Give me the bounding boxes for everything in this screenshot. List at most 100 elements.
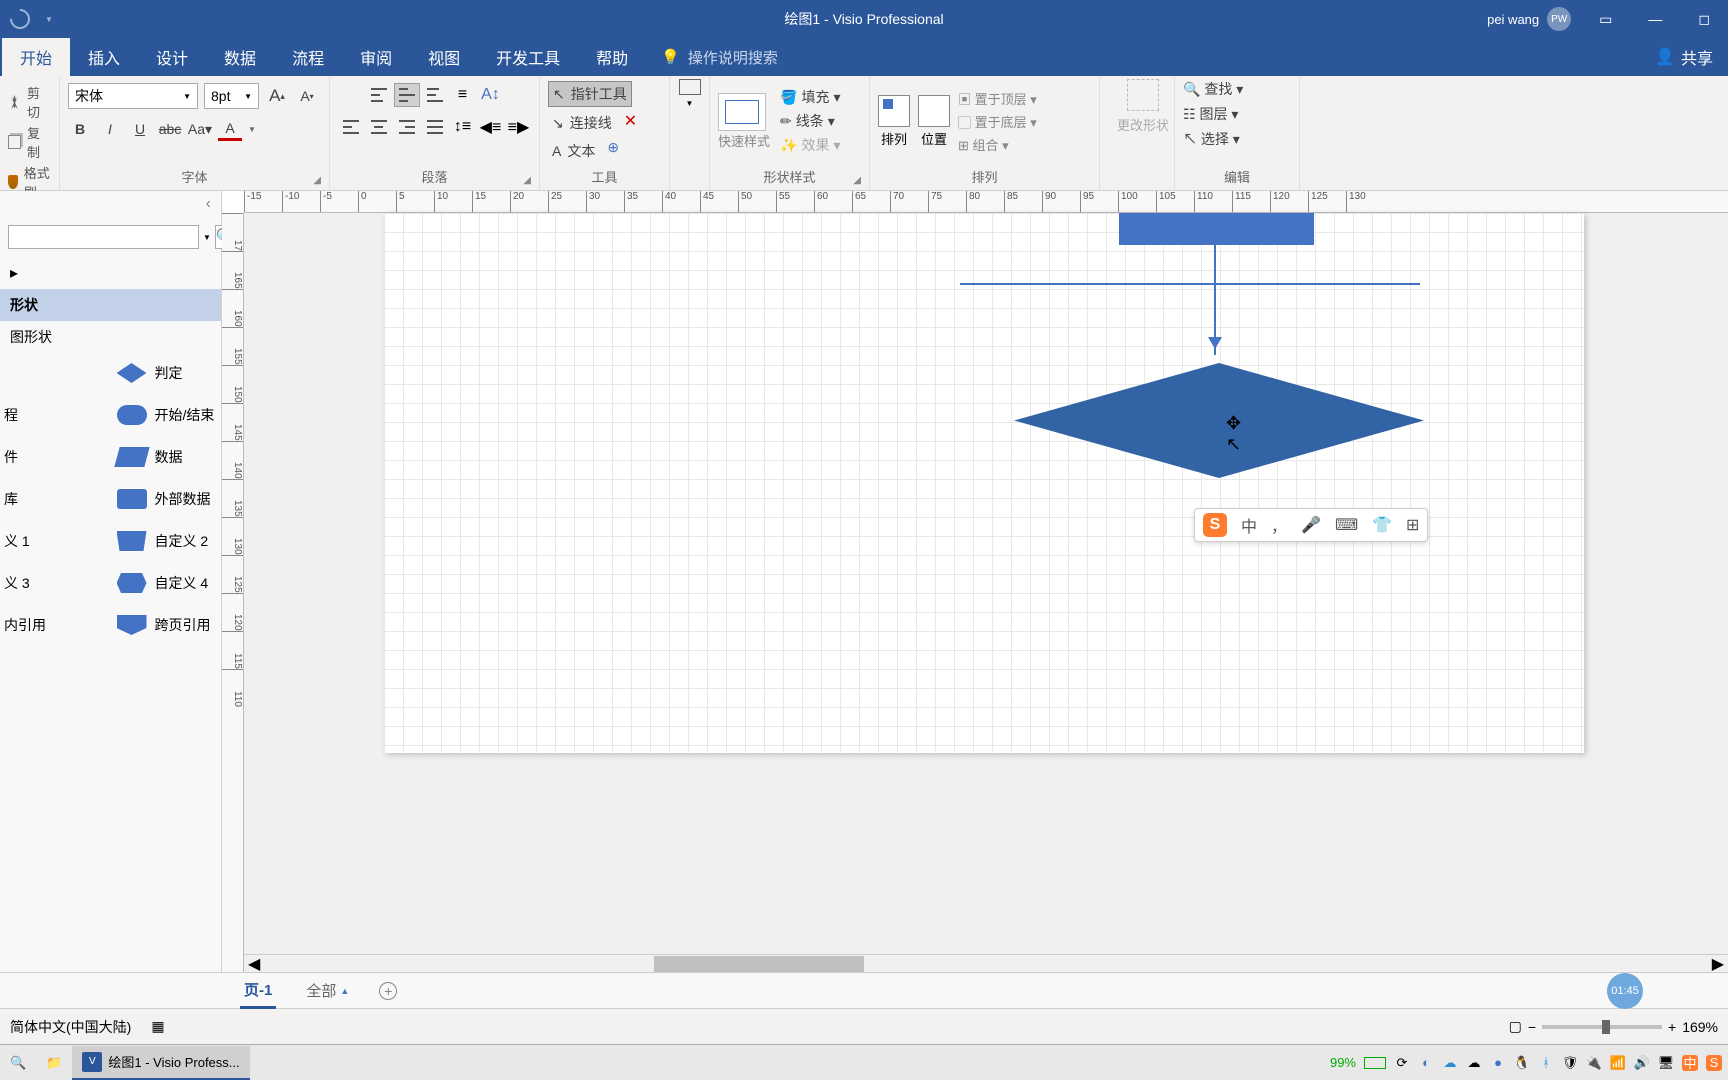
align-bottom-button[interactable] [422, 83, 448, 107]
stencil-custom2[interactable]: 自定义 2 [113, 529, 222, 553]
bring-front-button[interactable]: ▣ 置于顶层 ▾ [958, 89, 1037, 108]
sogou-icon[interactable]: S [1203, 513, 1227, 537]
align-center-button[interactable] [366, 115, 392, 139]
rectangle-tool-button[interactable] [679, 79, 701, 95]
zoom-out-button[interactable]: − [1528, 1019, 1536, 1035]
dialog-launcher-icon[interactable]: ◢ [523, 175, 531, 186]
skin-icon[interactable]: 👕 [1372, 515, 1392, 535]
fill-button[interactable]: 🪣填充▾ [780, 87, 840, 107]
dialog-launcher-icon[interactable]: ◢ [853, 175, 861, 186]
justify-button[interactable] [422, 115, 448, 139]
zoom-in-button[interactable]: + [1668, 1019, 1676, 1035]
app3-icon[interactable]: 🐧 [1514, 1055, 1530, 1071]
tab-insert[interactable]: 插入 [70, 38, 138, 76]
undo-icon[interactable] [6, 5, 34, 33]
shapes-search-input[interactable] [8, 225, 199, 249]
text-direction-button[interactable]: A↕ [478, 83, 504, 107]
tab-view[interactable]: 视图 [410, 38, 478, 76]
stencil-custom3[interactable]: 义 3 [0, 571, 109, 595]
position-button[interactable]: 位置 [918, 95, 950, 148]
copy-button[interactable]: 复制 [8, 123, 51, 161]
cut-button[interactable]: 剪切 [8, 83, 51, 121]
chevron-down-icon[interactable]: ▼ [686, 99, 694, 108]
bullets-button[interactable]: ≡ [450, 83, 476, 107]
effects-button[interactable]: ✨效果▾ [780, 135, 840, 155]
user-account[interactable]: pei wang PW [1487, 7, 1571, 31]
change-case-button[interactable]: Aa▾ [188, 117, 212, 141]
presentation-mode-icon[interactable]: ▢ [1509, 1018, 1522, 1035]
bluetooth-icon[interactable]: ᚼ [1538, 1055, 1554, 1071]
keyboard-icon[interactable]: ⌨ [1335, 515, 1358, 535]
stencil-process[interactable]: 程 [0, 403, 109, 427]
zoom-slider[interactable] [1542, 1025, 1662, 1029]
wifi-icon[interactable]: 📶 [1610, 1055, 1626, 1071]
taskbar-explorer[interactable]: 📁 [36, 1046, 72, 1080]
minimize-icon[interactable]: — [1640, 11, 1670, 27]
drawing-page[interactable] [384, 213, 1584, 753]
select-button[interactable]: ↖ 选择 ▾ [1183, 129, 1240, 149]
ribbon-display-icon[interactable]: ▭ [1591, 11, 1620, 28]
align-left-button[interactable] [338, 115, 364, 139]
stencil-category-flowchart[interactable]: 图形状 [0, 321, 221, 353]
mic-icon[interactable]: 🎤 [1301, 515, 1321, 535]
search-dropdown-icon[interactable]: ▼ [203, 233, 211, 242]
add-page-button[interactable]: + [379, 982, 397, 1000]
align-middle-button[interactable] [394, 83, 420, 107]
ruler-vertical[interactable]: 17165160155150145140135130125120115110 [222, 213, 244, 972]
font-color-button[interactable]: A [218, 117, 242, 141]
stencil-onpage[interactable]: 内引用 [0, 613, 109, 637]
weather-icon[interactable]: ☁ [1466, 1055, 1482, 1071]
connection-point-icon[interactable]: ⊕ [607, 139, 619, 163]
delete-connector-icon[interactable]: ✕ [624, 111, 637, 135]
connector-tool-button[interactable]: ↘连接线 [548, 111, 616, 135]
scroll-left-icon[interactable]: ◀ [244, 954, 264, 974]
stencil-doc[interactable]: 件 [0, 445, 109, 469]
stencil-terminator[interactable]: 开始/结束 [113, 403, 222, 427]
tab-review[interactable]: 审阅 [342, 38, 410, 76]
strikethrough-button[interactable]: abc [158, 117, 182, 141]
security-icon[interactable]: 🛡 [1562, 1055, 1578, 1071]
ime-punct-button[interactable]: ， [1271, 513, 1287, 537]
battery-icon[interactable] [1364, 1057, 1386, 1069]
scroll-right-icon[interactable]: ▶ [1708, 954, 1728, 974]
qat-dropdown-icon[interactable]: ▼ [45, 15, 53, 24]
font-name-select[interactable]: 宋体▼ [68, 83, 198, 109]
grid-icon[interactable]: ⊞ [1406, 515, 1419, 535]
more-shapes-button[interactable]: ▸ [0, 257, 221, 289]
stencil-offpage[interactable]: 跨页引用 [113, 613, 222, 637]
stencil-database[interactable]: 库 [0, 487, 109, 511]
drawing-canvas[interactable]: S 中 ， 🎤 ⌨ 👕 ⊞ ✥↖ [244, 213, 1728, 972]
stencil-decision[interactable]: 判定 [113, 361, 222, 385]
tab-design[interactable]: 设计 [138, 38, 206, 76]
line-button[interactable]: ✏线条▾ [780, 111, 840, 131]
connector-vertical[interactable] [1214, 245, 1216, 355]
group-button[interactable]: ⊞ 组合 ▾ [958, 135, 1037, 154]
page-tab-1[interactable]: 页-1 [240, 973, 276, 1009]
font-size-select[interactable]: 8pt▼ [204, 83, 259, 109]
align-top-button[interactable] [366, 83, 392, 107]
italic-button[interactable]: I [98, 117, 122, 141]
tab-data[interactable]: 数据 [206, 38, 274, 76]
scroll-thumb[interactable] [654, 956, 864, 972]
tab-help[interactable]: 帮助 [578, 38, 646, 76]
grow-font-button[interactable]: A▴ [265, 84, 289, 108]
ruler-horizontal[interactable]: -15-10-505101520253035404550556065707580… [244, 191, 1728, 213]
panel-collapse-button[interactable]: ‹ [0, 191, 221, 217]
dialog-launcher-icon[interactable]: ◢ [313, 175, 321, 186]
quick-styles-button[interactable]: 快速样式 [718, 93, 770, 150]
volume-icon[interactable]: 🔊 [1634, 1055, 1650, 1071]
find-button[interactable]: 🔍 查找 ▾ [1183, 79, 1243, 99]
chevron-down-icon[interactable]: ▼ [248, 125, 256, 134]
arrange-button[interactable]: 排列 [878, 95, 910, 148]
layers-button[interactable]: ☷ 图层 ▾ [1183, 104, 1238, 124]
page-tab-all[interactable]: 全部▲ [306, 980, 349, 1001]
shrink-font-button[interactable]: A▾ [295, 84, 319, 108]
app-icon[interactable]: ◐ [1418, 1055, 1434, 1071]
sogou-tray-icon[interactable]: S [1706, 1055, 1722, 1071]
tab-developer[interactable]: 开发工具 [478, 38, 578, 76]
tab-process[interactable]: 流程 [274, 38, 342, 76]
display-icon[interactable]: 🖥 [1658, 1055, 1674, 1071]
stencil-custom4[interactable]: 自定义 4 [113, 571, 222, 595]
app2-icon[interactable]: ● [1490, 1055, 1506, 1071]
bold-button[interactable]: B [68, 117, 92, 141]
